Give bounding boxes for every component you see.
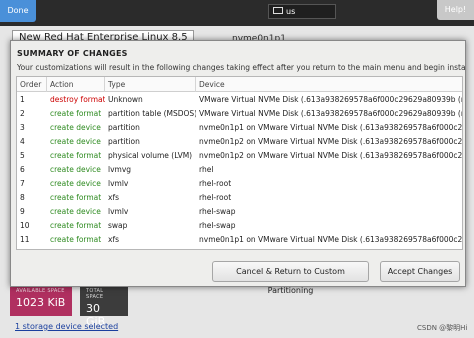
device-cell: nvme0n1p2 on VMware Virtual NVMe Disk (.…: [199, 137, 463, 146]
order-cell: 2: [20, 109, 25, 118]
storage-devices-link[interactable]: 1 storage device selected: [15, 322, 118, 331]
watermark: CSDN @黎明Hi: [417, 324, 468, 332]
action-cell: create format: [50, 235, 102, 244]
total-space-box: TOTAL SPACE 30 GiB: [80, 286, 128, 328]
device-cell: rhel-swap: [199, 221, 236, 230]
column-header-order[interactable]: Order: [17, 77, 47, 92]
order-cell: 10: [20, 221, 30, 230]
action-cell: create device: [50, 137, 101, 146]
type-cell: xfs: [108, 193, 119, 202]
keyboard-icon: [273, 7, 283, 14]
column-header-type[interactable]: Type: [105, 77, 196, 92]
type-cell: partition: [108, 137, 140, 146]
summary-of-changes-dialog: SUMMARY OF CHANGES Your customizations w…: [10, 40, 466, 295]
order-cell: 3: [20, 123, 25, 132]
order-cell: 1: [20, 95, 25, 104]
table-row[interactable]: 10 create format swap rhel-swap: [17, 219, 462, 233]
available-space-box: AVAILABLE SPACE 1023 KiB: [10, 286, 72, 316]
table-row[interactable]: 1 destroy format Unknown VMware Virtual NVM…: [17, 93, 462, 107]
table-header: Order Action Type Device: [17, 77, 462, 92]
device-cell: VMware Virtual NVMe Disk (.613a938269578…: [199, 95, 463, 104]
help-button[interactable]: Help!: [437, 0, 474, 20]
action-cell: create device: [50, 207, 101, 216]
table-row[interactable]: 9 create device lvmlv rhel-swap: [17, 205, 462, 219]
device-cell: nvme0n1p1 on VMware Virtual NVMe Disk (.…: [199, 123, 463, 132]
device-cell: rhel-root: [199, 193, 232, 202]
type-cell: lvmlv: [108, 207, 129, 216]
done-button[interactable]: Done: [0, 0, 36, 22]
device-cell: nvme0n1p2 on VMware Virtual NVMe Disk (.…: [199, 151, 463, 160]
order-cell: 4: [20, 137, 25, 146]
table-row[interactable]: 11 create format xfs nvme0n1p1 on VMware Vi…: [17, 233, 462, 247]
column-header-action[interactable]: Action: [47, 77, 105, 92]
type-cell: partition: [108, 123, 140, 132]
table-row[interactable]: 2 create format partition table (MSDOS) VMw…: [17, 107, 462, 121]
type-cell: partition table (MSDOS): [108, 109, 196, 118]
device-cell: rhel-root: [199, 179, 232, 188]
device-cell: VMware Virtual NVMe Disk (.613a938269578…: [199, 109, 463, 118]
table-row[interactable]: 4 create device partition nvme0n1p2 on VMwa…: [17, 135, 462, 149]
top-bar: Done us Help!: [0, 0, 474, 26]
table-row[interactable]: 3 create device partition nvme0n1p1 on VMwa…: [17, 121, 462, 135]
available-space-label: AVAILABLE SPACE: [16, 288, 65, 294]
table-row[interactable]: 5 create format physical volume (LVM) nvme0…: [17, 149, 462, 163]
order-cell: 9: [20, 207, 25, 216]
order-cell: 11: [20, 235, 30, 244]
action-cell: create device: [50, 123, 101, 132]
order-cell: 5: [20, 151, 25, 160]
type-cell: lvmlv: [108, 179, 129, 188]
action-cell: create device: [50, 179, 101, 188]
total-space-label: TOTAL SPACE: [86, 288, 104, 300]
action-cell: create format: [50, 109, 102, 118]
device-cell: rhel: [199, 165, 214, 174]
device-cell: nvme0n1p1 on VMware Virtual NVMe Disk (.…: [199, 235, 463, 244]
available-space-value: 1023 KiB: [16, 296, 66, 309]
action-cell: create format: [50, 221, 102, 230]
action-cell: create device: [50, 165, 101, 174]
action-cell: create format: [50, 151, 102, 160]
keyboard-layout-indicator[interactable]: us: [268, 4, 336, 19]
type-cell: swap: [108, 221, 128, 230]
type-cell: Unknown: [108, 95, 143, 104]
action-cell: create format: [50, 193, 102, 202]
column-header-device[interactable]: Device: [196, 77, 462, 92]
action-cell: destroy format: [50, 95, 105, 104]
order-cell: 7: [20, 179, 25, 188]
dialog-description: Your customizations will result in the f…: [17, 63, 465, 72]
dialog-title: SUMMARY OF CHANGES: [17, 49, 128, 58]
device-cell: rhel-swap: [199, 207, 236, 216]
table-row[interactable]: 8 create format xfs rhel-root: [17, 191, 462, 205]
type-cell: physical volume (LVM): [108, 151, 193, 160]
order-cell: 6: [20, 165, 25, 174]
order-cell: 8: [20, 193, 25, 202]
type-cell: lvmvg: [108, 165, 132, 174]
cancel-return-button[interactable]: Cancel & Return to Custom Partitioning: [212, 261, 369, 295]
type-cell: xfs: [108, 235, 119, 244]
changes-table[interactable]: Order Action Type Device 1 destroy format…: [16, 76, 463, 250]
accept-changes-button[interactable]: Accept Changes: [380, 261, 460, 282]
table-row[interactable]: 7 create device lvmlv rhel-root: [17, 177, 462, 191]
keyboard-layout-label: us: [286, 7, 296, 16]
table-row[interactable]: 6 create device lvmvg rhel: [17, 163, 462, 177]
